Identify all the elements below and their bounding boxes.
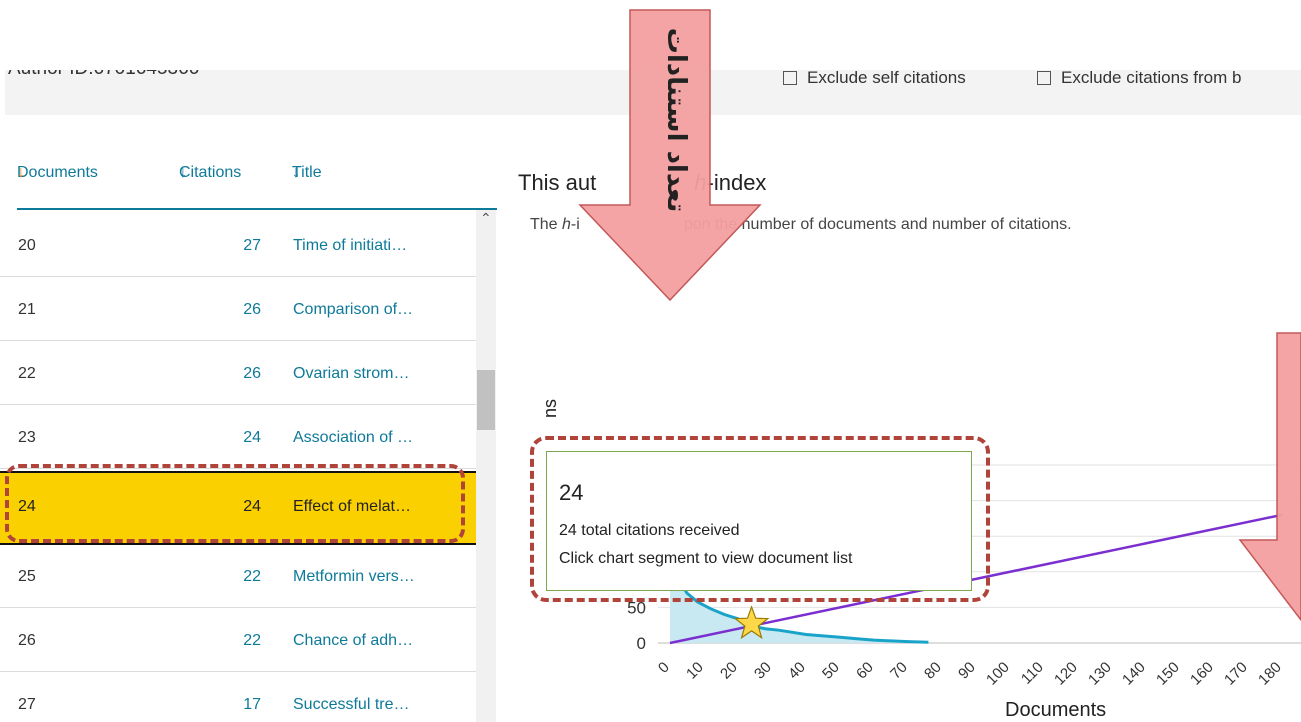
x-tick-label: 140 <box>1119 659 1149 689</box>
x-tick-label: 70 <box>887 659 911 683</box>
x-tick-label: 10 <box>683 659 707 683</box>
x-tick-label: 180 <box>1255 659 1285 689</box>
x-tick-label: 110 <box>1018 659 1047 688</box>
x-tick-label: 130 <box>1085 659 1115 689</box>
x-tick-label: 90 <box>955 659 979 683</box>
x-tick-label: 160 <box>1187 659 1217 689</box>
x-tick-label: 80 <box>921 659 945 683</box>
x-tick-label: 100 <box>983 659 1013 689</box>
chart-x-ticks: 0 10 20 30 40 50 60 70 80 90 100 110 120 130 140 150 160… <box>655 659 1285 689</box>
x-tick-label: 50 <box>819 659 843 683</box>
x-tick-label: 170 <box>1221 659 1251 689</box>
tooltip-annotation-box <box>530 436 990 602</box>
x-tick-label: 40 <box>785 659 809 683</box>
right-arrow-annotation <box>1238 332 1301 622</box>
x-tick-label: 120 <box>1051 659 1081 689</box>
x-tick-label: 30 <box>751 659 775 683</box>
arrow-annotation-label: تعداد استنادات <box>661 27 691 213</box>
x-tick-label: 60 <box>853 659 877 683</box>
y-tick-label: 0 <box>637 634 646 653</box>
x-tick-label: 20 <box>717 659 741 683</box>
x-tick-label: 0 <box>655 659 673 677</box>
x-tick-label: 150 <box>1153 659 1183 689</box>
hindex-chart[interactable]: 050100150200250 010203040506070809010011… <box>0 0 1301 722</box>
